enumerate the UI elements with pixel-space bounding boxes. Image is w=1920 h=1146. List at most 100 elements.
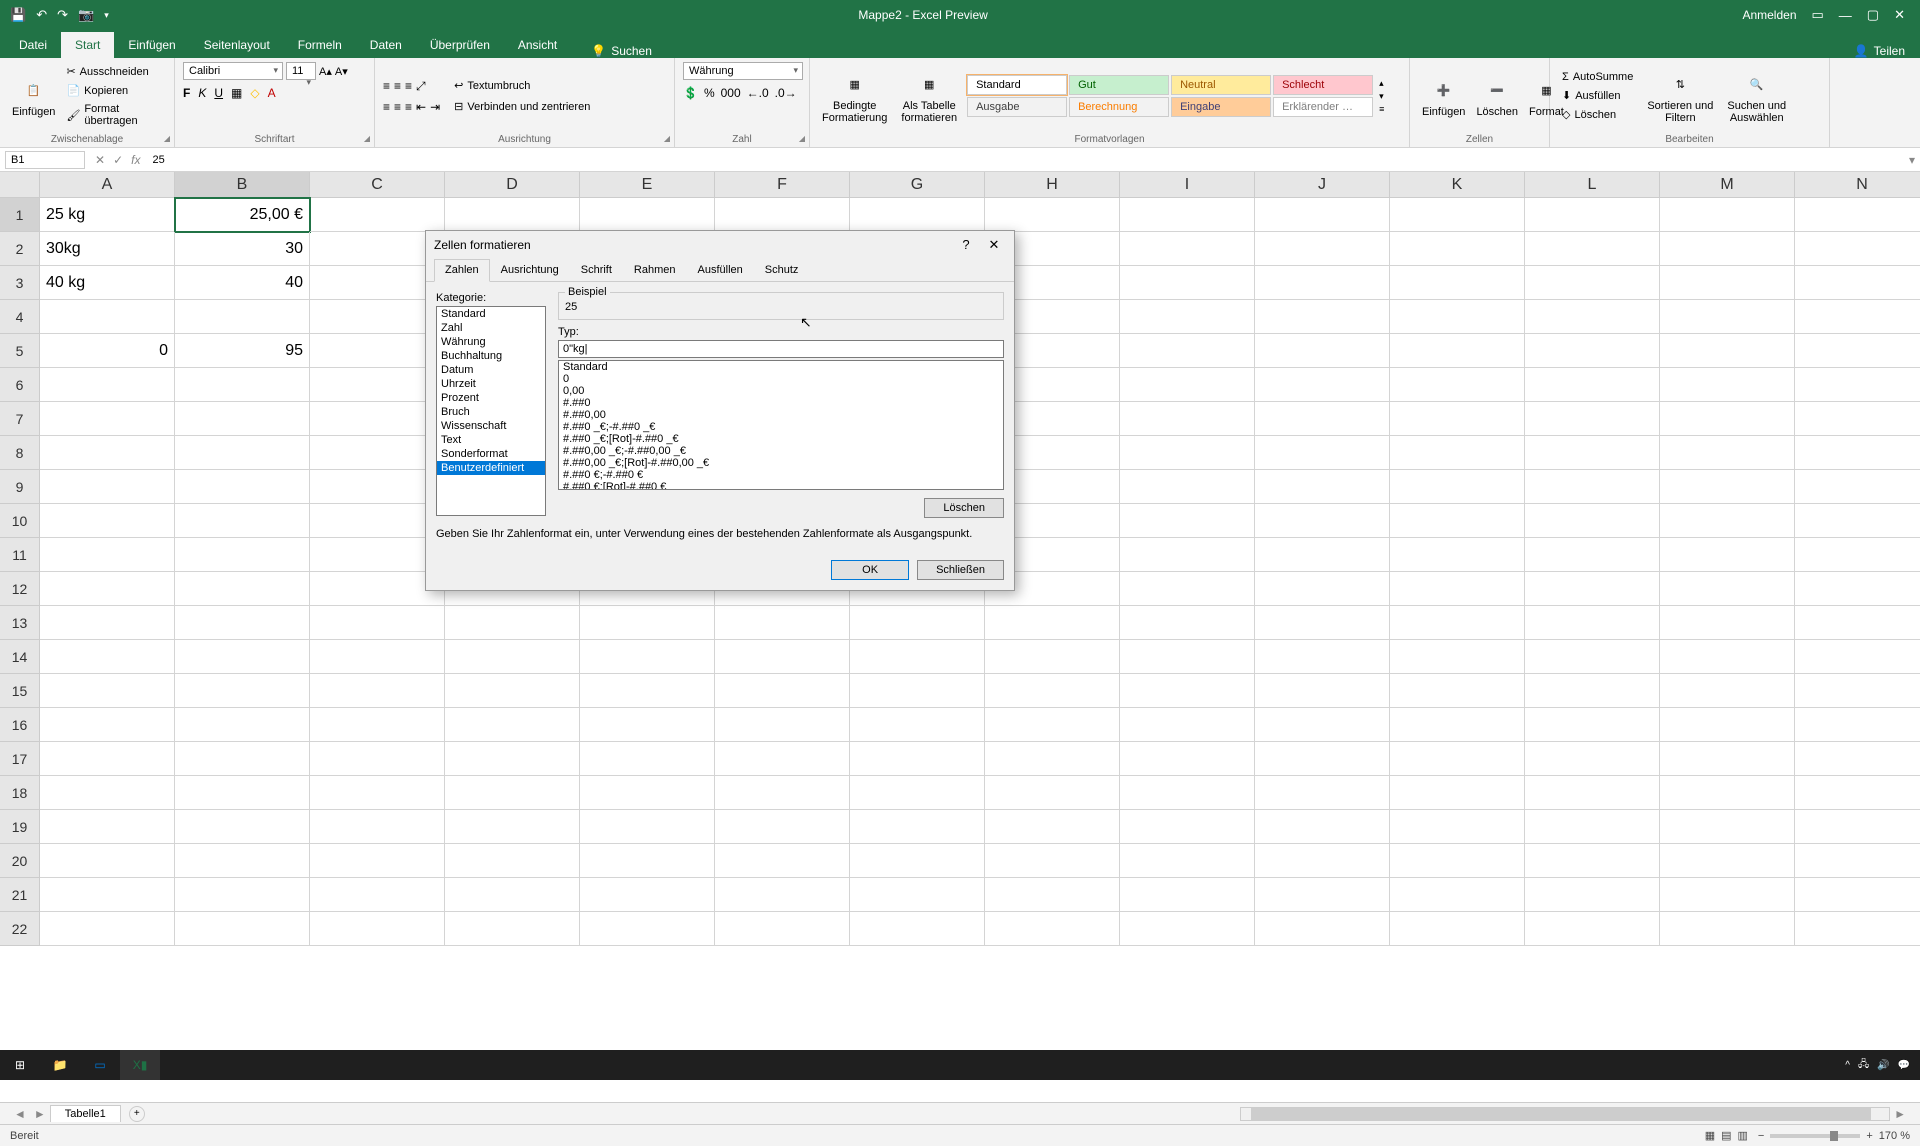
format-item[interactable]: #.##0,00 [559,409,1003,421]
cell[interactable] [1390,538,1525,572]
cell[interactable] [985,606,1120,640]
cell[interactable] [850,708,985,742]
cell[interactable] [850,810,985,844]
orientation-icon[interactable]: ⤢ [416,79,426,94]
cell[interactable] [1660,742,1795,776]
cell[interactable] [1255,266,1390,300]
row-header[interactable]: 13 [0,606,40,640]
zoom-slider[interactable] [1770,1134,1860,1138]
style-cell[interactable]: Gut [1069,75,1169,95]
cell[interactable] [40,402,175,436]
cell[interactable] [445,674,580,708]
column-header[interactable]: M [1660,172,1795,198]
cell[interactable] [1525,436,1660,470]
cell[interactable] [1120,572,1255,606]
tab-formeln[interactable]: Formeln [284,32,356,58]
cell[interactable] [850,198,985,232]
format-item[interactable]: #.##0 €;-#.##0 € [559,469,1003,481]
maximize-icon[interactable]: ▢ [1867,7,1879,23]
cell[interactable] [175,504,310,538]
add-sheet-button[interactable]: + [129,1106,145,1122]
fill-color-button[interactable]: ◇ [250,86,259,100]
column-header[interactable]: H [985,172,1120,198]
start-button[interactable]: ⊞ [0,1050,40,1080]
zoom-percent[interactable]: 170 % [1879,1130,1910,1142]
cell[interactable] [40,572,175,606]
cell[interactable] [1390,878,1525,912]
undo-icon[interactable]: ↶ [36,7,47,23]
cell[interactable] [1795,504,1920,538]
ok-button[interactable]: OK [831,560,909,580]
minimize-icon[interactable]: — [1839,8,1852,23]
cell[interactable] [1120,606,1255,640]
tab-ansicht[interactable]: Ansicht [504,32,571,58]
cell[interactable] [1795,266,1920,300]
page-break-view-icon[interactable]: ▥ [1738,1129,1748,1142]
italic-button[interactable]: K [198,86,206,100]
ribbon-display-icon[interactable]: ▭ [1812,7,1824,23]
cell[interactable] [715,708,850,742]
cell[interactable] [1390,470,1525,504]
tray-notifications-icon[interactable]: 💬 [1898,1060,1910,1071]
cell[interactable] [1660,878,1795,912]
cell[interactable] [850,776,985,810]
cell[interactable] [310,640,445,674]
percent-format-icon[interactable]: % [704,86,715,100]
cell[interactable]: 40 [175,266,310,300]
cell[interactable] [1390,368,1525,402]
style-cell[interactable]: Eingabe [1171,97,1271,117]
cell[interactable] [1660,470,1795,504]
cell[interactable] [1660,640,1795,674]
gallery-up-icon[interactable]: ▴ [1379,78,1384,89]
fx-icon[interactable]: fx [131,153,140,167]
cell[interactable] [175,402,310,436]
cell[interactable] [580,844,715,878]
cell[interactable] [1660,538,1795,572]
gallery-more-icon[interactable]: ≡ [1379,104,1384,114]
tray-up-icon[interactable]: ^ [1845,1060,1850,1071]
row-header[interactable]: 4 [0,300,40,334]
cell[interactable] [175,776,310,810]
cell[interactable] [1120,334,1255,368]
align-center-icon[interactable]: ≡ [394,100,401,114]
cell[interactable] [40,300,175,334]
cell[interactable] [1255,504,1390,538]
cell[interactable] [175,538,310,572]
cell[interactable]: 30 [175,232,310,266]
cell[interactable] [1795,606,1920,640]
cell[interactable] [445,912,580,946]
tray-network-icon[interactable]: 🖧 [1858,1057,1869,1074]
cell[interactable] [445,640,580,674]
cell[interactable] [40,776,175,810]
column-header[interactable]: B [175,172,310,198]
cell[interactable] [1120,198,1255,232]
cell[interactable] [175,844,310,878]
cell[interactable] [1660,300,1795,334]
cell[interactable] [40,844,175,878]
dialog-tab[interactable]: Schutz [754,259,810,281]
dialog-tab[interactable]: Schrift [570,259,623,281]
column-header[interactable]: E [580,172,715,198]
cell[interactable] [985,708,1120,742]
format-item[interactable]: #.##0 €;[Rot]-#.##0 € [559,481,1003,490]
cell[interactable] [1120,538,1255,572]
cell[interactable] [175,878,310,912]
cell[interactable] [1120,640,1255,674]
cell[interactable] [850,640,985,674]
cell[interactable] [715,878,850,912]
cell[interactable] [1660,606,1795,640]
category-item[interactable]: Prozent [437,391,545,405]
cell[interactable] [40,674,175,708]
cell[interactable] [715,912,850,946]
cell[interactable] [1390,844,1525,878]
copy-button[interactable]: 📄Kopieren [62,82,166,99]
column-header[interactable]: F [715,172,850,198]
cell[interactable] [1255,198,1390,232]
merge-center-button[interactable]: ⊟Verbinden und zentrieren [450,98,594,115]
cell[interactable] [1120,266,1255,300]
type-input[interactable] [558,340,1004,358]
format-item[interactable]: #.##0 [559,397,1003,409]
save-icon[interactable]: 💾 [10,7,26,23]
cell[interactable] [580,776,715,810]
cell[interactable] [1525,334,1660,368]
